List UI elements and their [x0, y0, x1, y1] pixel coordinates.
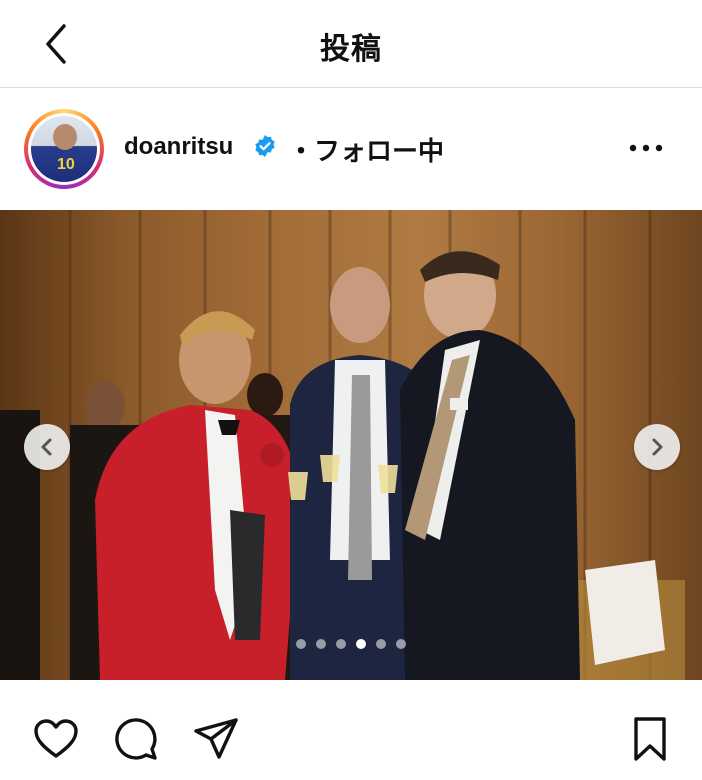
- carousel-dot: [396, 639, 406, 649]
- verified-badge-icon: [255, 135, 275, 157]
- comment-icon[interactable]: [112, 715, 160, 763]
- heart-icon[interactable]: [32, 715, 80, 763]
- chevron-right-icon: [652, 438, 663, 456]
- separator: ・: [288, 136, 315, 166]
- action-bar: [0, 681, 702, 780]
- carousel-dot: [336, 639, 346, 649]
- carousel-indicator: [296, 639, 406, 651]
- post-photo[interactable]: [0, 210, 702, 680]
- carousel-dot: [356, 639, 366, 649]
- more-options-icon[interactable]: [626, 141, 666, 155]
- carousel-dot: [316, 639, 326, 649]
- post-header: 10 doanritsu ・フォロー中: [0, 89, 702, 210]
- page-title: 投稿: [320, 33, 382, 66]
- avatar[interactable]: 10: [24, 109, 104, 189]
- carousel-prev-button[interactable]: [24, 424, 70, 470]
- carousel-dot: [296, 639, 306, 649]
- follow-status[interactable]: ・フォロー中: [288, 131, 444, 168]
- bookmark-icon[interactable]: [626, 715, 674, 763]
- username-link[interactable]: doanritsu: [124, 133, 233, 161]
- top-bar: 投稿: [0, 0, 702, 88]
- carousel-dot: [376, 639, 386, 649]
- carousel-next-button[interactable]: [634, 424, 680, 470]
- photo-scene: [0, 210, 685, 680]
- chevron-left-icon: [41, 438, 52, 456]
- send-icon[interactable]: [192, 715, 240, 763]
- avatar-jersey-number: 10: [57, 156, 75, 173]
- avatar-image: 10: [31, 116, 97, 182]
- follow-label: フォロー中: [314, 136, 445, 166]
